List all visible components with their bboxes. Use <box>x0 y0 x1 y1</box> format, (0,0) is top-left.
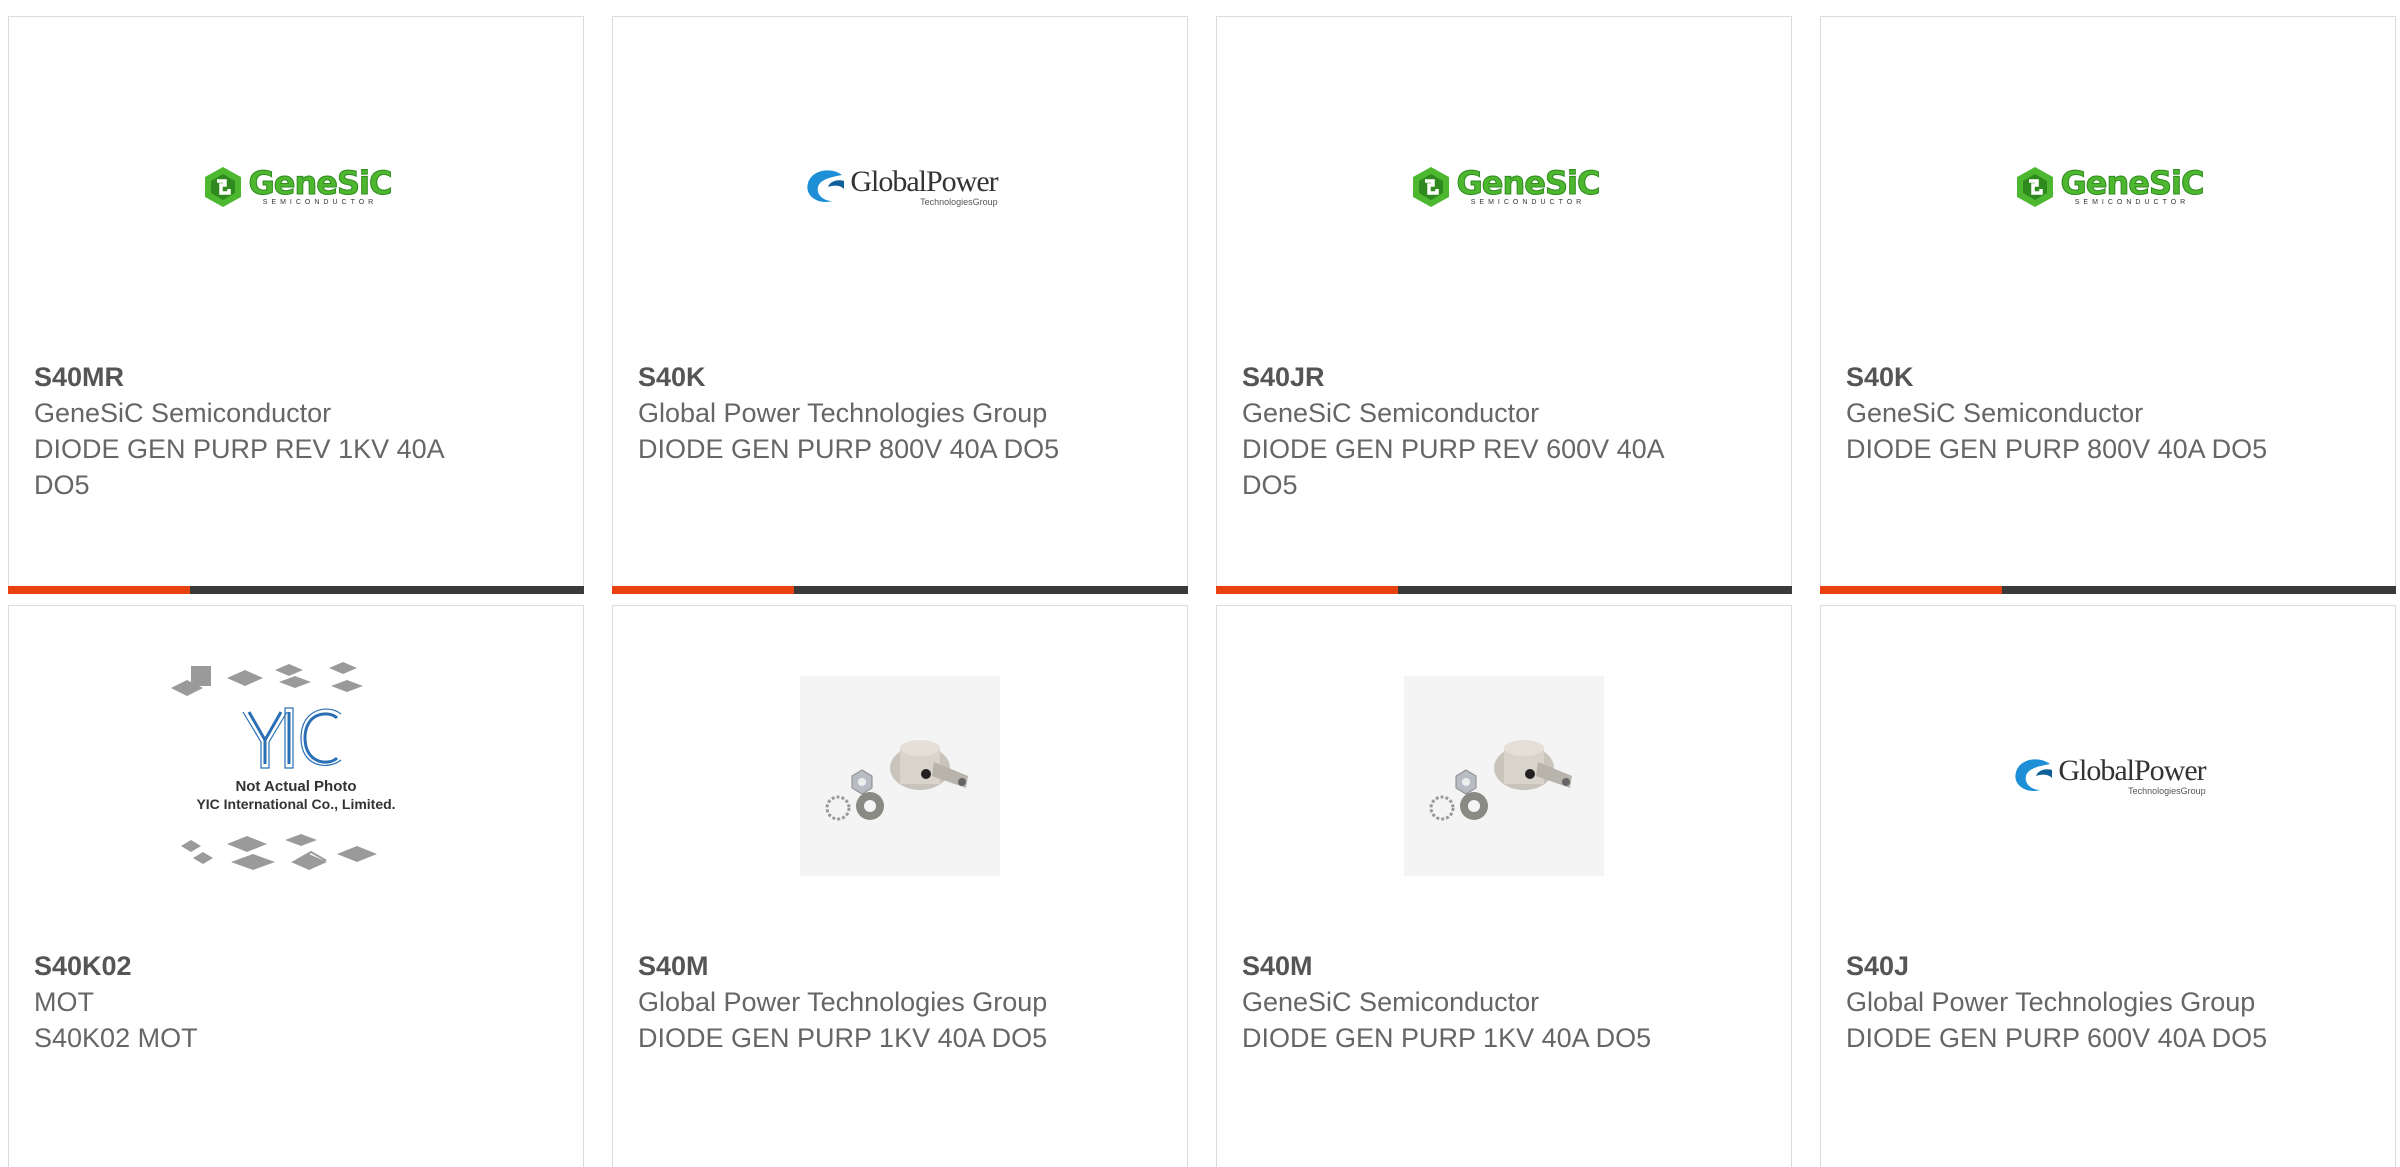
card-footer-bar <box>612 586 1188 594</box>
manufacturer-name: Global Power Technologies Group <box>638 398 1048 428</box>
card-footer-bar <box>1216 586 1792 594</box>
globalpower-logo: GlobalPower TechnologiesGroup <box>2010 754 2207 796</box>
product-image[interactable]: GeneSiC SEMICONDUCTOR <box>9 17 583 357</box>
logo-word: GeneSiC <box>2060 164 2205 202</box>
yic-company-label: YIC International Co., Limited. <box>196 796 395 812</box>
product-image[interactable]: GeneSiC SEMICONDUCTOR <box>1821 17 2395 357</box>
product-card[interactable]: S40M GeneSiC Semiconductor DIODE GEN PUR… <box>1216 605 1792 1167</box>
product-description: S40K02 MOT <box>34 1023 198 1053</box>
product-card[interactable]: GlobalPower TechnologiesGroup S40J Globa… <box>1820 605 2396 1167</box>
product-image[interactable] <box>1217 606 1791 946</box>
manufacturer-name: Global Power Technologies Group <box>638 987 1048 1017</box>
product-card[interactable]: S40M Global Power Technologies Group DIO… <box>612 605 1188 1167</box>
logo-subtitle: SEMICONDUCTOR <box>262 199 378 206</box>
genesic-logo: GeneSiC SEMICONDUCTOR <box>2013 164 2205 209</box>
product-description: DIODE GEN PURP 800V 40A DO5 <box>1846 434 2268 464</box>
manufacturer-name: GeneSiC Semiconductor <box>1242 398 1540 428</box>
not-actual-photo-label: Not Actual Photo <box>235 778 356 795</box>
card-accent-bar <box>8 586 190 594</box>
product-info: S40J Global Power Technologies Group DIO… <box>1846 948 2286 1056</box>
product-description: DIODE GEN PURP 600V 40A DO5 <box>1846 1023 2268 1053</box>
manufacturer-name: GeneSiC Semiconductor <box>34 398 332 428</box>
product-info: S40K Global Power Technologies Group DIO… <box>638 359 1078 467</box>
manufacturer-name: Global Power Technologies Group <box>1846 987 2256 1017</box>
product-grid: GeneSiC SEMICONDUCTOR S40MR GeneSiC Semi… <box>0 0 2400 1167</box>
product-info: S40K02 MOT S40K02 MOT <box>34 948 474 1056</box>
manufacturer-name: GeneSiC Semiconductor <box>1846 398 2144 428</box>
product-description: DIODE GEN PURP 1KV 40A DO5 <box>1242 1023 1652 1053</box>
genesic-hexagon-icon <box>1412 167 1449 207</box>
card-footer-bar <box>8 586 584 594</box>
product-card[interactable]: GlobalPower TechnologiesGroup S40K Globa… <box>612 16 1188 594</box>
logo-word: GeneSiC <box>248 164 393 202</box>
product-description: DIODE GEN PURP REV 1KV 40A DO5 <box>34 434 444 500</box>
yic-placeholder-image: Not Actual Photo YIC International Co., … <box>171 662 396 870</box>
part-number[interactable]: S40JR <box>1242 359 1682 395</box>
product-info: S40K GeneSiC Semiconductor DIODE GEN PUR… <box>1846 359 2286 467</box>
globalpower-swirl-icon <box>2015 759 2053 792</box>
part-number[interactable]: S40M <box>1242 948 1682 984</box>
part-number[interactable]: S40J <box>1846 948 2286 984</box>
logo-word: GeneSiC <box>1456 164 1601 202</box>
logo-subtitle: SEMICONDUCTOR <box>2074 199 2190 206</box>
product-card[interactable]: GeneSiC SEMICONDUCTOR S40K GeneSiC Semic… <box>1820 16 2396 594</box>
product-description: DIODE GEN PURP REV 600V 40A DO5 <box>1242 434 1664 500</box>
product-image[interactable]: Not Actual Photo YIC International Co., … <box>9 606 583 946</box>
product-info: S40M Global Power Technologies Group DIO… <box>638 948 1078 1056</box>
diode-photo <box>1404 676 1604 876</box>
card-accent-bar <box>1820 586 2002 594</box>
logo-subtitle: SEMICONDUCTOR <box>1470 199 1586 206</box>
product-card[interactable]: GeneSiC SEMICONDUCTOR S40MR GeneSiC Semi… <box>8 16 584 594</box>
part-number[interactable]: S40K02 <box>34 948 474 984</box>
manufacturer-name: MOT <box>34 987 94 1017</box>
product-description: DIODE GEN PURP 1KV 40A DO5 <box>638 1023 1048 1053</box>
genesic-hexagon-icon <box>2016 167 2053 207</box>
product-card[interactable]: Not Actual Photo YIC International Co., … <box>8 605 584 1167</box>
card-footer-bar <box>1820 586 2396 594</box>
genesic-logo: GeneSiC SEMICONDUCTOR <box>1409 164 1601 209</box>
genesic-logo: GeneSiC SEMICONDUCTOR <box>201 164 393 209</box>
product-image[interactable] <box>613 606 1187 946</box>
card-accent-bar <box>1216 586 1398 594</box>
product-description: DIODE GEN PURP 800V 40A DO5 <box>638 434 1060 464</box>
part-number[interactable]: S40K <box>638 359 1078 395</box>
manufacturer-name: GeneSiC Semiconductor <box>1242 987 1540 1017</box>
card-accent-bar <box>612 586 794 594</box>
product-info: S40JR GeneSiC Semiconductor DIODE GEN PU… <box>1242 359 1682 503</box>
product-image[interactable]: GeneSiC SEMICONDUCTOR <box>1217 17 1791 357</box>
logo-word: GlobalPower <box>2058 754 2206 787</box>
logo-word: GlobalPower <box>850 165 998 198</box>
product-image[interactable]: GlobalPower TechnologiesGroup <box>613 17 1187 357</box>
diode-photo <box>800 676 1000 876</box>
product-image[interactable]: GlobalPower TechnologiesGroup <box>1821 606 2395 946</box>
globalpower-logo: GlobalPower TechnologiesGroup <box>802 165 999 207</box>
logo-subtitle: TechnologiesGroup <box>2128 786 2206 796</box>
part-number[interactable]: S40M <box>638 948 1078 984</box>
globalpower-swirl-icon <box>807 170 845 203</box>
logo-subtitle: TechnologiesGroup <box>920 197 998 207</box>
product-card[interactable]: GeneSiC SEMICONDUCTOR S40JR GeneSiC Semi… <box>1216 16 1792 594</box>
genesic-hexagon-icon <box>204 167 241 207</box>
product-info: S40MR GeneSiC Semiconductor DIODE GEN PU… <box>34 359 474 503</box>
part-number[interactable]: S40K <box>1846 359 2286 395</box>
part-number[interactable]: S40MR <box>34 359 474 395</box>
product-info: S40M GeneSiC Semiconductor DIODE GEN PUR… <box>1242 948 1682 1056</box>
